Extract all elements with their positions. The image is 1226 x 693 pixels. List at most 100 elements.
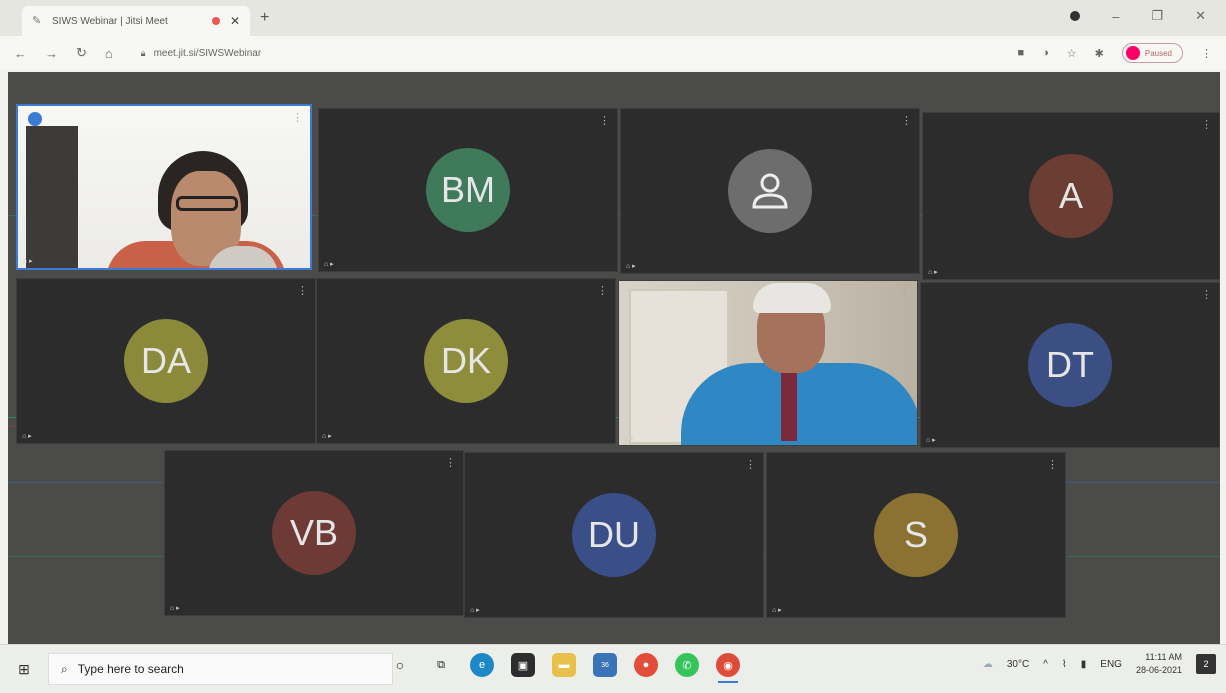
tile-status-icons: ⌂ ▸ — [22, 433, 32, 440]
camera-icon[interactable]: ■ — [1017, 47, 1024, 59]
weather-icon[interactable]: ☁ — [983, 659, 993, 670]
participant-tile[interactable]: ⋮ ⌂ ▸ — [620, 108, 920, 274]
new-tab-button[interactable]: + — [260, 9, 269, 27]
avatar-initials: DK — [424, 319, 508, 403]
menu-icon[interactable]: ⋮ — [1201, 47, 1212, 60]
whatsapp-icon[interactable]: ✆ — [675, 653, 699, 677]
avatar-icon — [1125, 46, 1140, 60]
puzzle-icon[interactable]: ✱ — [1095, 47, 1104, 60]
tile-status-icons: ⌂ ▸ — [624, 435, 634, 442]
tile-status-icons: ⌂ ▸ — [170, 605, 180, 612]
notification-center-icon[interactable]: 2 — [1196, 654, 1216, 674]
tile-status-icons: ⌂ ▸ — [23, 258, 33, 265]
search-placeholder: Type here to search — [77, 662, 184, 676]
participant-tile[interactable]: DK ⋮ ⌂ ▸ — [316, 278, 616, 444]
tile-status-icons: ⌂ ▸ — [322, 433, 332, 440]
tile-status-icons: ⌂ ▸ — [926, 437, 936, 444]
profile-icon[interactable] — [1070, 11, 1081, 21]
participant-tile[interactable]: DT ⋮ ⌂ ▸ — [920, 282, 1220, 448]
edge-icon[interactable]: e — [470, 653, 494, 677]
tile-menu-icon[interactable]: ⋮ — [297, 284, 308, 297]
mail-icon[interactable]: 36 — [593, 653, 617, 677]
volume-icon[interactable]: ▮ — [1081, 659, 1087, 670]
close-tab-icon[interactable]: ✕ — [230, 14, 240, 28]
tab-title: SIWS Webinar | Jitsi Meet — [52, 15, 168, 27]
tile-menu-icon[interactable]: ⋮ — [1047, 458, 1058, 471]
file-explorer-icon[interactable]: ▬ — [552, 653, 576, 677]
minimize-button[interactable]: – — [1112, 9, 1119, 24]
avatar-initials: VB — [272, 491, 356, 575]
window-controls: – ❐ ✕ — [1070, 8, 1206, 24]
home-icon[interactable]: ⌂ — [105, 46, 113, 61]
video-body — [681, 363, 917, 445]
tab-strip: ✎ SIWS Webinar | Jitsi Meet ✕ + – ❐ ✕ — [0, 0, 1226, 36]
participant-tile[interactable]: DA ⋮ ⌂ ▸ — [16, 278, 316, 444]
tile-menu-icon[interactable]: ⋮ — [1201, 118, 1212, 131]
avatar-initials: BM — [426, 148, 510, 232]
participant-tile[interactable]: BM ⋮ ⌂ ▸ — [318, 108, 618, 272]
tile-menu-icon[interactable]: ⋮ — [292, 111, 303, 124]
participant-video-man[interactable]: ⋮ ⌂ ▸ — [618, 280, 918, 446]
clock-date: 28-06-2021 — [1135, 665, 1182, 675]
profile-status: Paused — [1144, 48, 1172, 58]
video-hair — [753, 283, 831, 313]
meeting-stage: ⋮ ⌂ ▸ BM ⋮ ⌂ ▸ ⋮ ⌂ ▸ A ⋮ ⌂ ▸ DA ⋮ ⌂ ▸ DK ⋮ ⌂ ▸ ⋮ ⌂ ▸ DT ⋮ ⌂ … — [8, 72, 1220, 644]
weather-temp[interactable]: 30°C — [1007, 659, 1029, 670]
tile-menu-icon[interactable]: ⋮ — [445, 456, 456, 469]
clock[interactable]: 11:11 AM 28-06-2021 — [1136, 651, 1182, 677]
tile-status-icons: ⌂ ▸ — [324, 261, 334, 268]
tile-menu-icon[interactable]: ⋮ — [599, 114, 610, 127]
notification-count: 2 — [1203, 659, 1209, 669]
windows-start-icon[interactable]: ⊞ — [0, 661, 48, 678]
star-icon[interactable]: ☆ — [1067, 47, 1077, 60]
lock-icon[interactable]: 🔒︎ — [141, 48, 146, 59]
participant-tile[interactable]: DU ⋮ ⌂ ▸ — [464, 452, 764, 618]
taskbar-search-box[interactable]: ⌕ Type here to search — [48, 653, 393, 685]
system-tray: ☁ 30°C ^ ⌇ ▮ ENG 11:11 AM 28-06-2021 2 — [983, 651, 1216, 677]
tile-status-icons: ⌂ ▸ — [626, 263, 636, 270]
mail-badge: 36 — [601, 661, 609, 669]
address-bar-row: ← → ↻ ⌂ 🔒︎ meet.jit.si/SIWSWebinar ■ ◑ ☆… — [0, 36, 1226, 70]
tile-menu-icon[interactable]: ⋮ — [597, 284, 608, 297]
store-icon[interactable]: ▣ — [511, 653, 535, 677]
tile-menu-icon[interactable]: ⋮ — [901, 114, 912, 127]
profile-paused-button[interactable]: Paused — [1121, 43, 1183, 63]
video-glass — [176, 196, 238, 211]
chrome-icon[interactable]: ◉ — [716, 653, 740, 683]
url-field[interactable]: 🔒︎ meet.jit.si/SIWSWebinar — [141, 48, 261, 59]
avatar-initials: DA — [124, 319, 208, 403]
participant-tile[interactable]: VB ⋮ ⌂ ▸ — [164, 450, 464, 616]
tab-jitsi-meet[interactable]: ✎ SIWS Webinar | Jitsi Meet ✕ — [22, 6, 250, 36]
task-view-icon[interactable]: ⧉ — [429, 653, 453, 677]
tile-menu-icon[interactable]: ⋮ — [899, 286, 910, 299]
avatar-initials: A — [1029, 154, 1113, 238]
jitsi-favicon-icon: ✎ — [32, 15, 42, 27]
tile-menu-icon[interactable]: ⋮ — [745, 458, 756, 471]
network-icon[interactable]: ⌇ — [1062, 659, 1067, 670]
url-text: meet.jit.si/SIWSWebinar — [153, 47, 262, 59]
toolbar-right: ■ ◑ ☆ ✱ Paused ⋮ — [1017, 43, 1212, 63]
cortana-icon[interactable]: ○ — [388, 653, 412, 677]
avatar-initials: S — [874, 493, 958, 577]
tile-status-icons: ⌂ ▸ — [470, 607, 480, 614]
tile-status-icons: ⌂ ▸ — [928, 269, 938, 276]
extension-icon[interactable]: ◑ — [1042, 47, 1049, 59]
back-icon[interactable]: ← — [14, 46, 27, 61]
taskbar-apps: ○ ⧉ e ▣ ▬ 36 ● ✆ ◉ — [388, 653, 740, 683]
windows-taskbar: ⊞ ⌕ Type here to search ○ ⧉ e ▣ ▬ 36 ● ✆… — [0, 644, 1226, 693]
avatar-initials: DU — [572, 493, 656, 577]
participant-video-woman[interactable]: ⋮ ⌂ ▸ — [16, 104, 312, 270]
active-speaker-icon — [28, 112, 42, 126]
tile-menu-icon[interactable]: ⋮ — [1201, 288, 1212, 301]
forward-icon[interactable]: → — [45, 46, 58, 61]
chrome-alt-icon[interactable]: ● — [634, 653, 658, 677]
reload-icon[interactable]: ↻ — [76, 45, 87, 61]
participant-tile[interactable]: S ⋮ ⌂ ▸ — [766, 452, 1066, 618]
restore-button[interactable]: ❐ — [1151, 8, 1163, 24]
participant-tile[interactable]: A ⋮ ⌂ ▸ — [922, 112, 1220, 280]
language-indicator[interactable]: ENG — [1100, 659, 1122, 670]
close-window-button[interactable]: ✕ — [1195, 8, 1206, 24]
default-user-icon — [728, 149, 812, 233]
search-icon: ⌕ — [61, 661, 68, 676]
tray-chevron-icon[interactable]: ^ — [1043, 659, 1048, 670]
